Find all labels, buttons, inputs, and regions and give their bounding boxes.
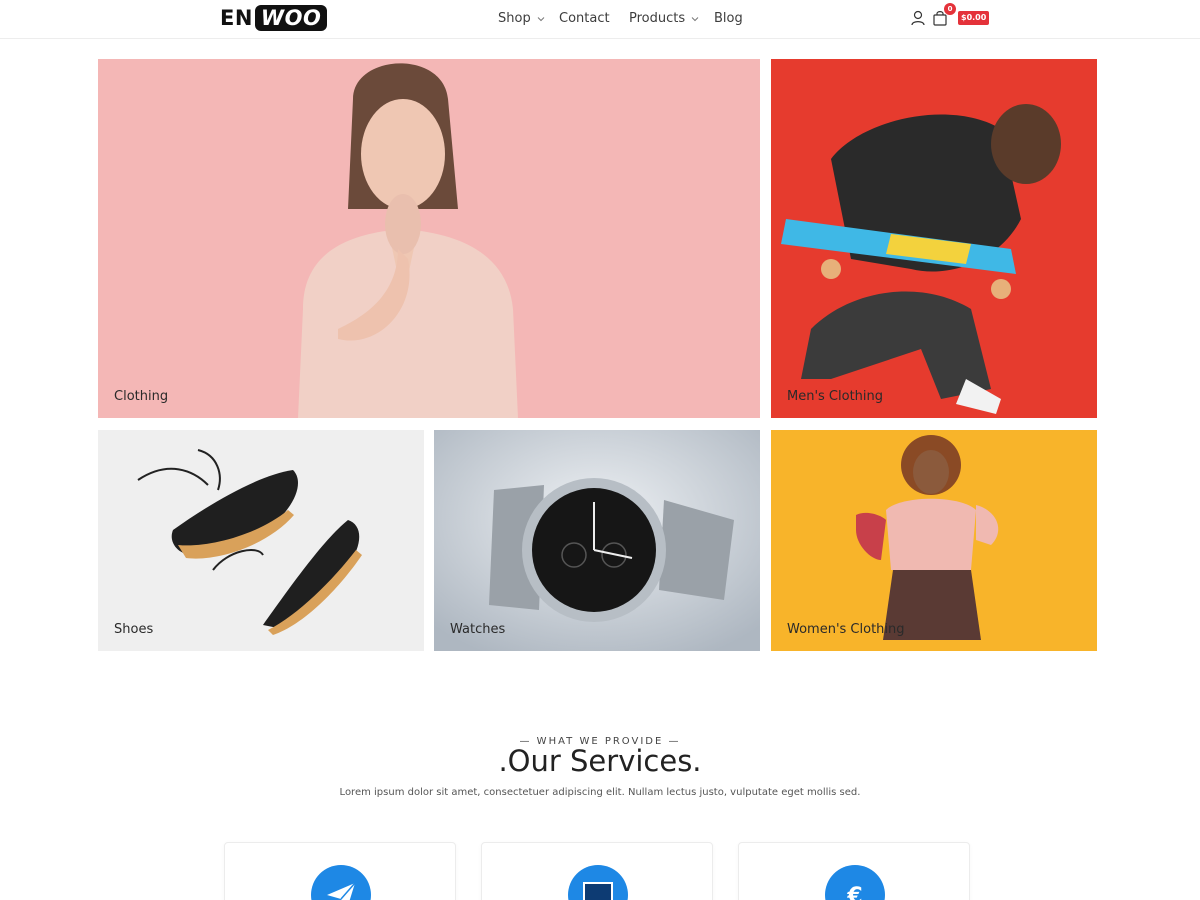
nav-blog-label: Blog (714, 11, 743, 26)
clothing-photo (98, 59, 760, 418)
nav-blog[interactable]: Blog (714, 11, 743, 26)
category-tile-mens-clothing[interactable]: Men's Clothing (771, 59, 1097, 418)
nav-shop-label: Shop (498, 11, 531, 26)
svg-text:€: € (846, 884, 862, 900)
category-tile-shoes[interactable]: Shoes (98, 430, 424, 651)
category-tile-watches[interactable]: Watches (434, 430, 760, 651)
service-icon-circle (568, 865, 628, 900)
category-tile-womens-clothing[interactable]: Women's Clothing (771, 430, 1097, 651)
nav-products-label: Products (629, 11, 686, 26)
service-card (224, 842, 456, 900)
category-label-womens-clothing: Women's Clothing (787, 622, 905, 637)
logo-text-en: EN (220, 6, 253, 30)
cart-count-badge: 0 (944, 3, 956, 15)
paper-plane-icon (327, 882, 356, 900)
site-logo[interactable]: EN WOO (220, 5, 328, 31)
womens-clothing-photo (771, 430, 1097, 651)
shoes-photo (98, 430, 424, 651)
category-label-clothing: Clothing (114, 389, 169, 404)
logo-text-woo: WOO (254, 5, 328, 31)
euro-icon: € (846, 884, 862, 900)
watches-photo (434, 430, 760, 651)
service-icon-circle: € (825, 865, 885, 900)
category-label-shoes: Shoes (114, 622, 154, 637)
nav-contact[interactable]: Contact (559, 11, 610, 26)
category-tile-clothing[interactable]: Clothing (98, 59, 760, 418)
mens-clothing-photo (771, 59, 1097, 418)
cart-total[interactable]: $0.00 (958, 11, 990, 25)
services-subtitle: Lorem ipsum dolor sit amet, consectetuer… (339, 787, 861, 798)
service-icon-circle (311, 865, 371, 900)
nav-products[interactable]: Products (629, 11, 699, 26)
services-title: .Our Services. (498, 744, 702, 778)
nav-contact-label: Contact (559, 11, 610, 26)
service-card: € (738, 842, 970, 900)
nav-shop[interactable]: Shop (498, 11, 545, 26)
user-icon[interactable] (910, 9, 926, 27)
service-card (481, 842, 713, 900)
monitor-icon (583, 882, 613, 900)
chevron-down-icon (537, 16, 545, 21)
chevron-down-icon (691, 16, 699, 21)
category-label-mens-clothing: Men's Clothing (787, 389, 884, 404)
category-label-watches: Watches (450, 622, 506, 637)
site-header: EN WOO Shop Contact Products Blog 0 $0.0… (0, 0, 1200, 39)
